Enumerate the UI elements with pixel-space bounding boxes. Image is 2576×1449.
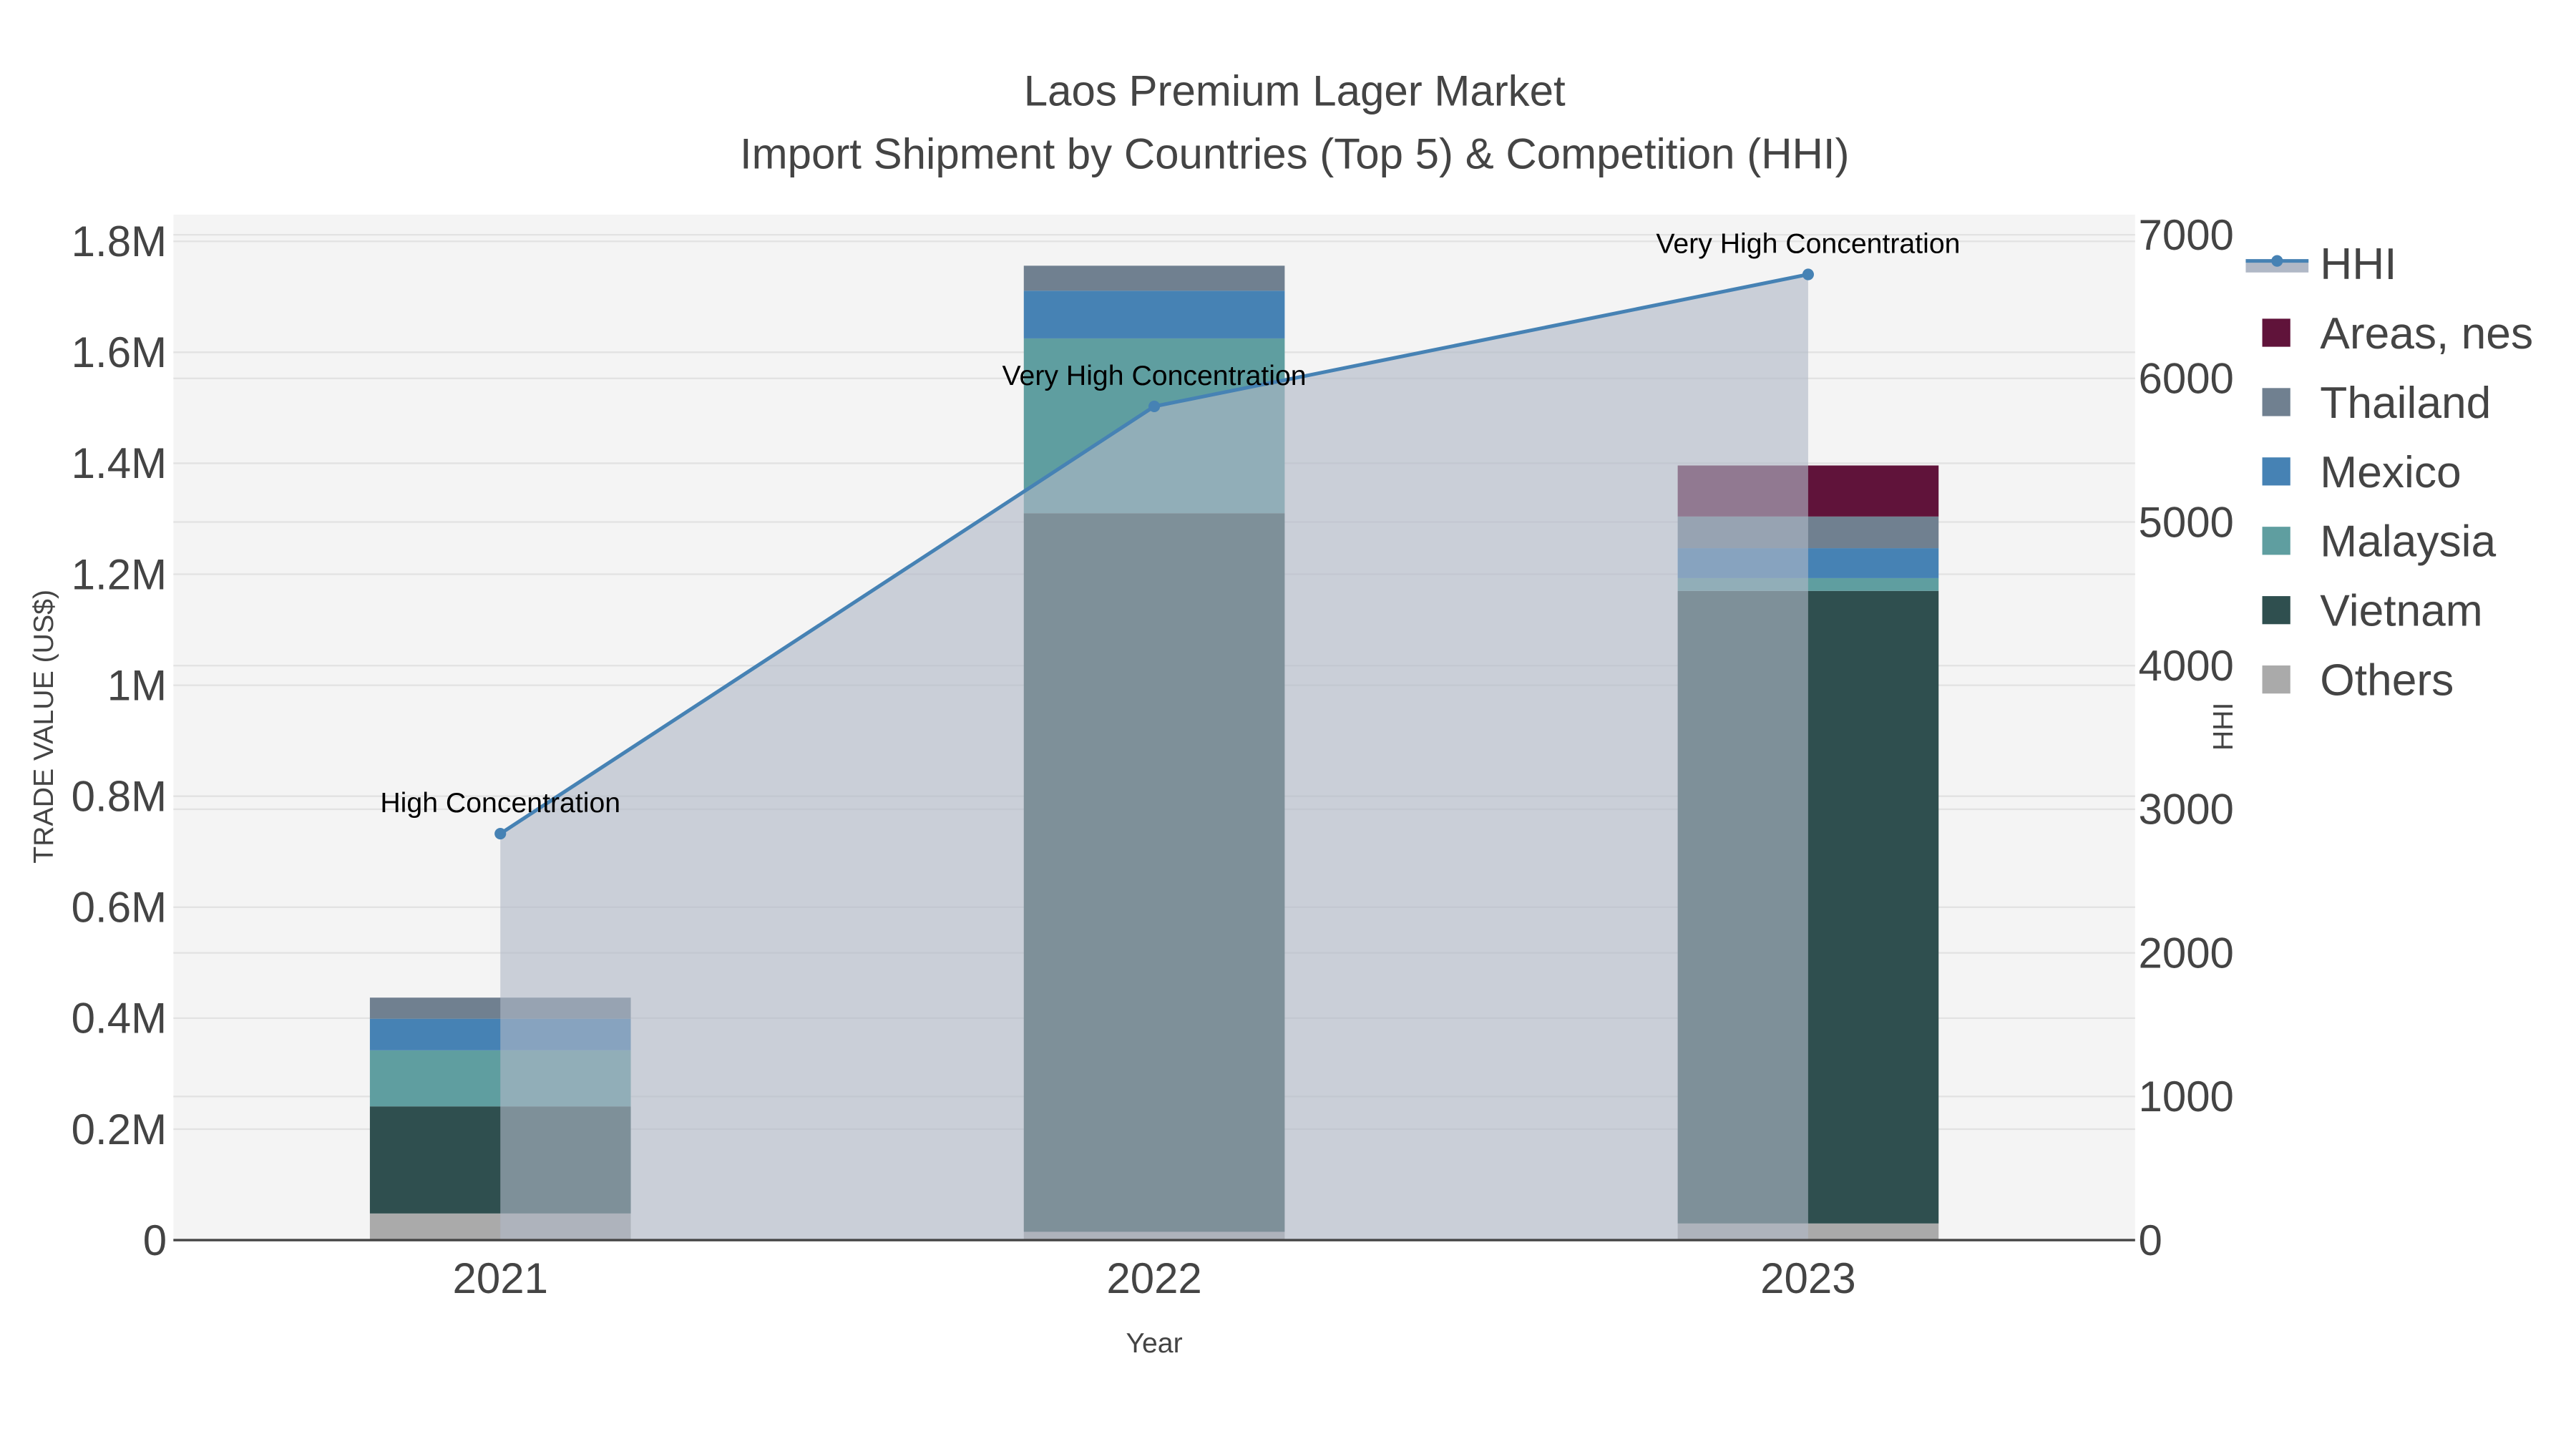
- chart: Laos Premium Lager Market Import Shipmen…: [28, 67, 2533, 1359]
- y-tick-label: 0: [143, 1216, 167, 1264]
- legend-label: Mexico: [2320, 448, 2461, 497]
- y-tick-label: 1.2M: [72, 550, 167, 598]
- y2-tick-label: 5000: [2138, 498, 2233, 546]
- bar-thailand-2022: [1023, 265, 1285, 291]
- y-tick-label: 0.8M: [72, 772, 167, 820]
- x-axis-ticks: 2021 2022 2023: [452, 1254, 1855, 1302]
- hhi-annotation: High Concentration: [380, 787, 620, 819]
- y-tick-label: 1.6M: [72, 328, 167, 376]
- y2-axis-label: HHI: [2207, 703, 2239, 751]
- x-axis-label: Year: [1126, 1327, 1182, 1359]
- y2-tick-label: 2000: [2138, 929, 2233, 977]
- hhi-annotation: Very High Concentration: [1002, 360, 1307, 391]
- x-tick-label: 2023: [1760, 1254, 1855, 1302]
- y2-tick-label: 0: [2138, 1216, 2162, 1264]
- legend-swatch-mexico: [2262, 457, 2290, 486]
- legend-label: Others: [2320, 656, 2454, 706]
- y-axis-label: TRADE VALUE (US$): [28, 590, 59, 864]
- x-tick-label: 2021: [452, 1254, 547, 1302]
- legend-swatch-vietnam: [2262, 596, 2290, 625]
- y2-tick-label: 6000: [2138, 355, 2233, 403]
- y-tick-label: 1M: [107, 661, 167, 709]
- y-tick-label: 0.4M: [72, 995, 167, 1043]
- legend-swatch-others: [2262, 665, 2290, 694]
- hhi-point-2022: [1148, 400, 1161, 413]
- y2-tick-label: 4000: [2138, 642, 2233, 690]
- y2-tick-label: 7000: [2138, 211, 2233, 259]
- hhi-annotation: Very High Concentration: [1656, 228, 1960, 259]
- y-tick-label: 0.6M: [72, 884, 167, 932]
- y-tick-label: 1.4M: [72, 439, 167, 487]
- y-tick-label: 1.8M: [72, 218, 167, 265]
- legend-swatch-malaysia: [2262, 527, 2290, 555]
- legend-label-hhi: HHI: [2320, 240, 2396, 289]
- legend-swatch-thailand: [2262, 388, 2290, 416]
- legend-swatch-areas-nes: [2262, 318, 2290, 347]
- bar-mexico-2022: [1023, 291, 1285, 338]
- y2-tick-label: 3000: [2138, 786, 2233, 834]
- legend: HHI Areas, nes Thailand Mexico Malaysia Vietn…: [2245, 240, 2533, 706]
- y-tick-label: 0.2M: [72, 1106, 167, 1153]
- legend-label: Thailand: [2320, 379, 2491, 428]
- legend-label: Areas, nes: [2320, 309, 2533, 358]
- legend-label: Malaysia: [2320, 517, 2496, 567]
- hhi-point-2023: [1802, 268, 1814, 280]
- y2-tick-label: 1000: [2138, 1073, 2233, 1121]
- x-tick-label: 2022: [1106, 1254, 1201, 1302]
- y-axis-ticks: 0 0.2M 0.4M 0.6M 0.8M 1M 1.2M 1.4M 1.6M 1.8M: [72, 218, 167, 1264]
- hhi-point-2021: [494, 827, 507, 840]
- legend-hhi-marker: [2271, 255, 2283, 267]
- chart-subtitle: Import Shipment by Countries (Top 5) & C…: [740, 130, 1850, 177]
- chart-title: Laos Premium Lager Market: [1024, 67, 1566, 115]
- legend-label: Vietnam: [2320, 587, 2482, 636]
